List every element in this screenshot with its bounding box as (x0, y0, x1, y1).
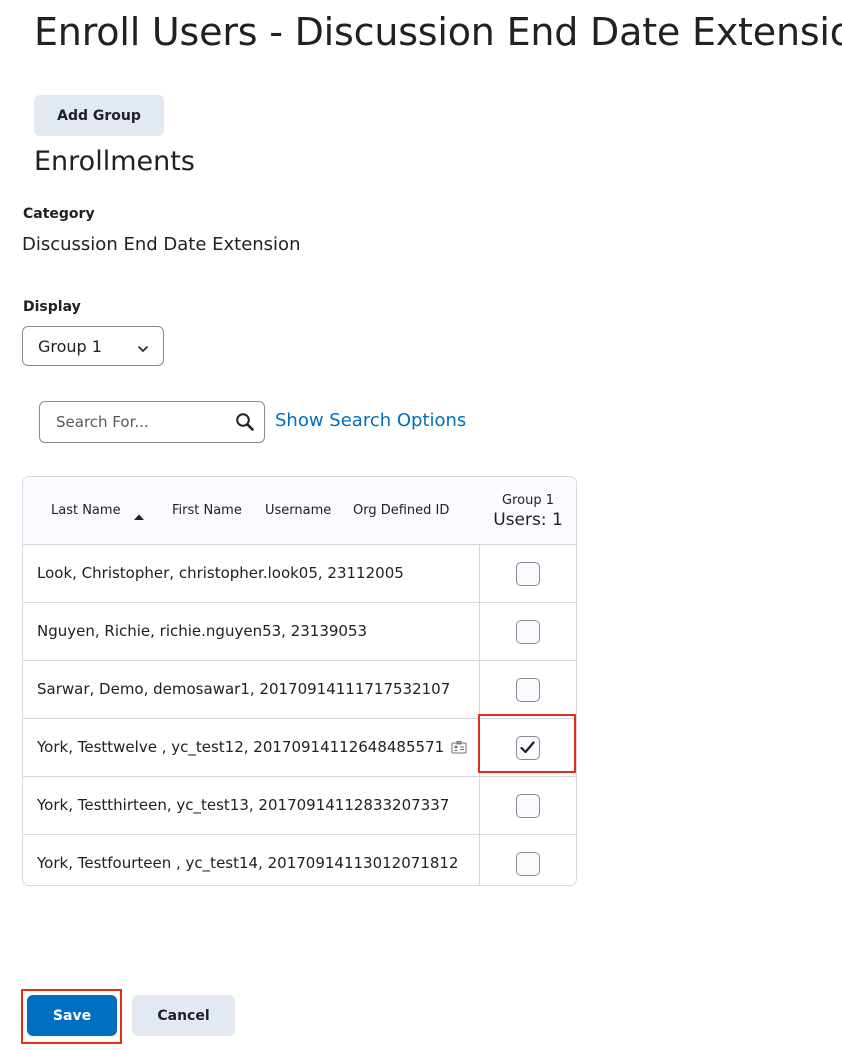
page-title: Enroll Users - Discussion End Date Exten… (34, 10, 842, 54)
column-last-name[interactable]: Last Name (51, 503, 121, 518)
table-body: Look, Christopher, christopher.look05, 2… (23, 545, 576, 885)
show-search-options-link[interactable]: Show Search Options (275, 410, 466, 431)
cancel-button[interactable]: Cancel (132, 995, 235, 1036)
row-user-text: Sarwar, Demo, demosawar1, 20170914111717… (37, 680, 451, 698)
table-row: Nguyen, Richie, richie.nguyen53, 2313905… (23, 603, 576, 661)
table-row: York, Testthirteen, yc_test13, 201709141… (23, 777, 576, 835)
table-row: Look, Christopher, christopher.look05, 2… (23, 545, 576, 603)
row-user-text: York, Testthirteen, yc_test13, 201709141… (37, 796, 450, 814)
display-select[interactable]: Group 1 (22, 326, 164, 366)
row-user-text: Look, Christopher, christopher.look05, 2… (37, 564, 404, 582)
chevron-down-icon (137, 340, 149, 359)
enrollment-table: Last Name First Name Username Org Define… (22, 476, 577, 886)
search-box (39, 401, 265, 443)
table-header: Last Name First Name Username Org Define… (23, 477, 576, 545)
category-label: Category (23, 206, 95, 222)
enroll-checkbox[interactable] (516, 562, 540, 586)
enroll-checkbox[interactable] (516, 794, 540, 818)
save-button[interactable]: Save (27, 995, 117, 1036)
checkmark-icon (520, 741, 535, 754)
enrollments-heading: Enrollments (34, 146, 195, 177)
column-org-defined-id[interactable]: Org Defined ID (353, 503, 449, 518)
column-first-name[interactable]: First Name (172, 503, 242, 518)
enroll-checkbox-checked[interactable] (516, 736, 540, 760)
display-label: Display (23, 299, 81, 315)
sort-ascending-icon[interactable] (133, 506, 145, 525)
search-icon[interactable] (235, 412, 255, 436)
column-group-count: Users: 1 (493, 510, 563, 530)
table-row: York, Testfourteen , yc_test14, 20170914… (23, 835, 576, 885)
table-row: York, Testtwelve , yc_test12, 2017091411… (23, 719, 576, 777)
search-input[interactable] (54, 402, 233, 442)
add-group-button[interactable]: Add Group (34, 95, 164, 136)
column-username[interactable]: Username (265, 503, 331, 518)
column-group-name: Group 1 (502, 493, 554, 508)
enroll-checkbox[interactable] (516, 620, 540, 644)
user-card-icon (451, 740, 467, 758)
category-value: Discussion End Date Extension (22, 234, 301, 255)
row-user-text: Nguyen, Richie, richie.nguyen53, 2313905… (37, 622, 368, 640)
row-user-text: York, Testfourteen , yc_test14, 20170914… (37, 854, 459, 872)
enroll-checkbox[interactable] (516, 852, 540, 876)
table-row: Sarwar, Demo, demosawar1, 20170914111717… (23, 661, 576, 719)
display-selected-value: Group 1 (38, 336, 102, 356)
enroll-checkbox[interactable] (516, 678, 540, 702)
row-user-text: York, Testtwelve , yc_test12, 2017091411… (37, 738, 467, 758)
